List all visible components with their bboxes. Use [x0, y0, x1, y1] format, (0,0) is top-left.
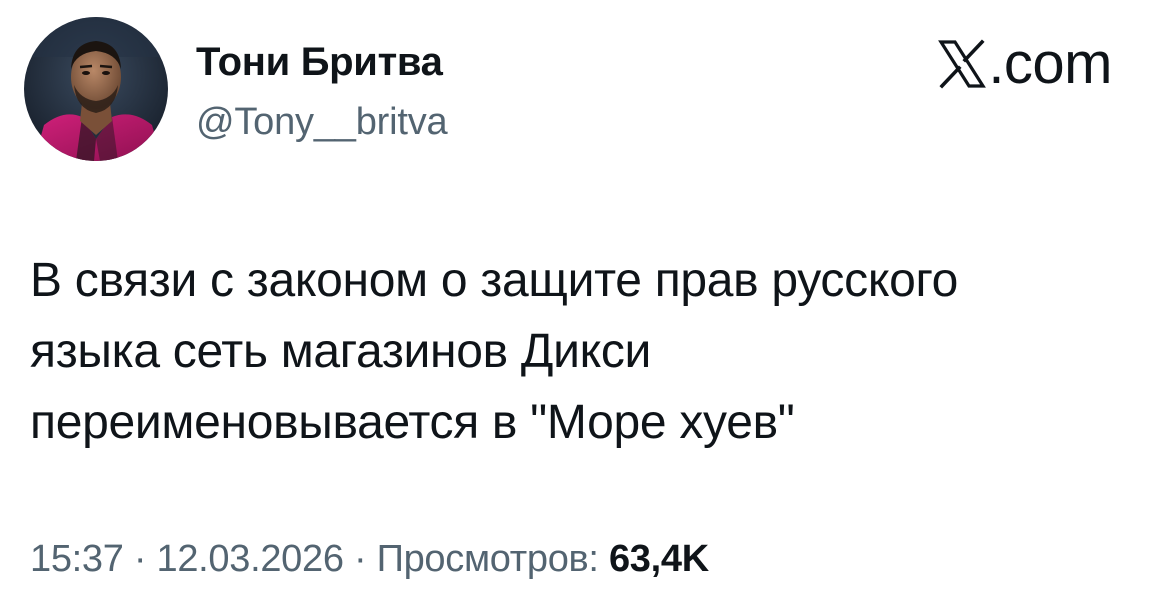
tweet-date[interactable]: 12.03.2026 [156, 538, 343, 580]
brand-watermark: .com [938, 34, 1112, 94]
meta-separator: · [133, 538, 147, 580]
tweet-text: В связи с законом о защите прав русского… [30, 254, 959, 449]
x-logo-icon [938, 39, 987, 89]
avatar[interactable] [24, 17, 168, 161]
views-label: Просмотров: [376, 538, 599, 580]
views-count: 63,4K [608, 538, 709, 580]
tweet-time[interactable]: 15:37 [30, 538, 124, 580]
user-handle[interactable]: @Tony__britva [196, 99, 448, 145]
brand-domain-text: .com [988, 31, 1112, 96]
profile-photo-icon [24, 17, 168, 161]
meta-separator: · [353, 538, 367, 580]
tweet-meta: 15:37 · 12.03.2026 · Просмотров: 63,4K [30, 536, 709, 582]
display-name[interactable]: Тони Бритва [196, 38, 443, 86]
